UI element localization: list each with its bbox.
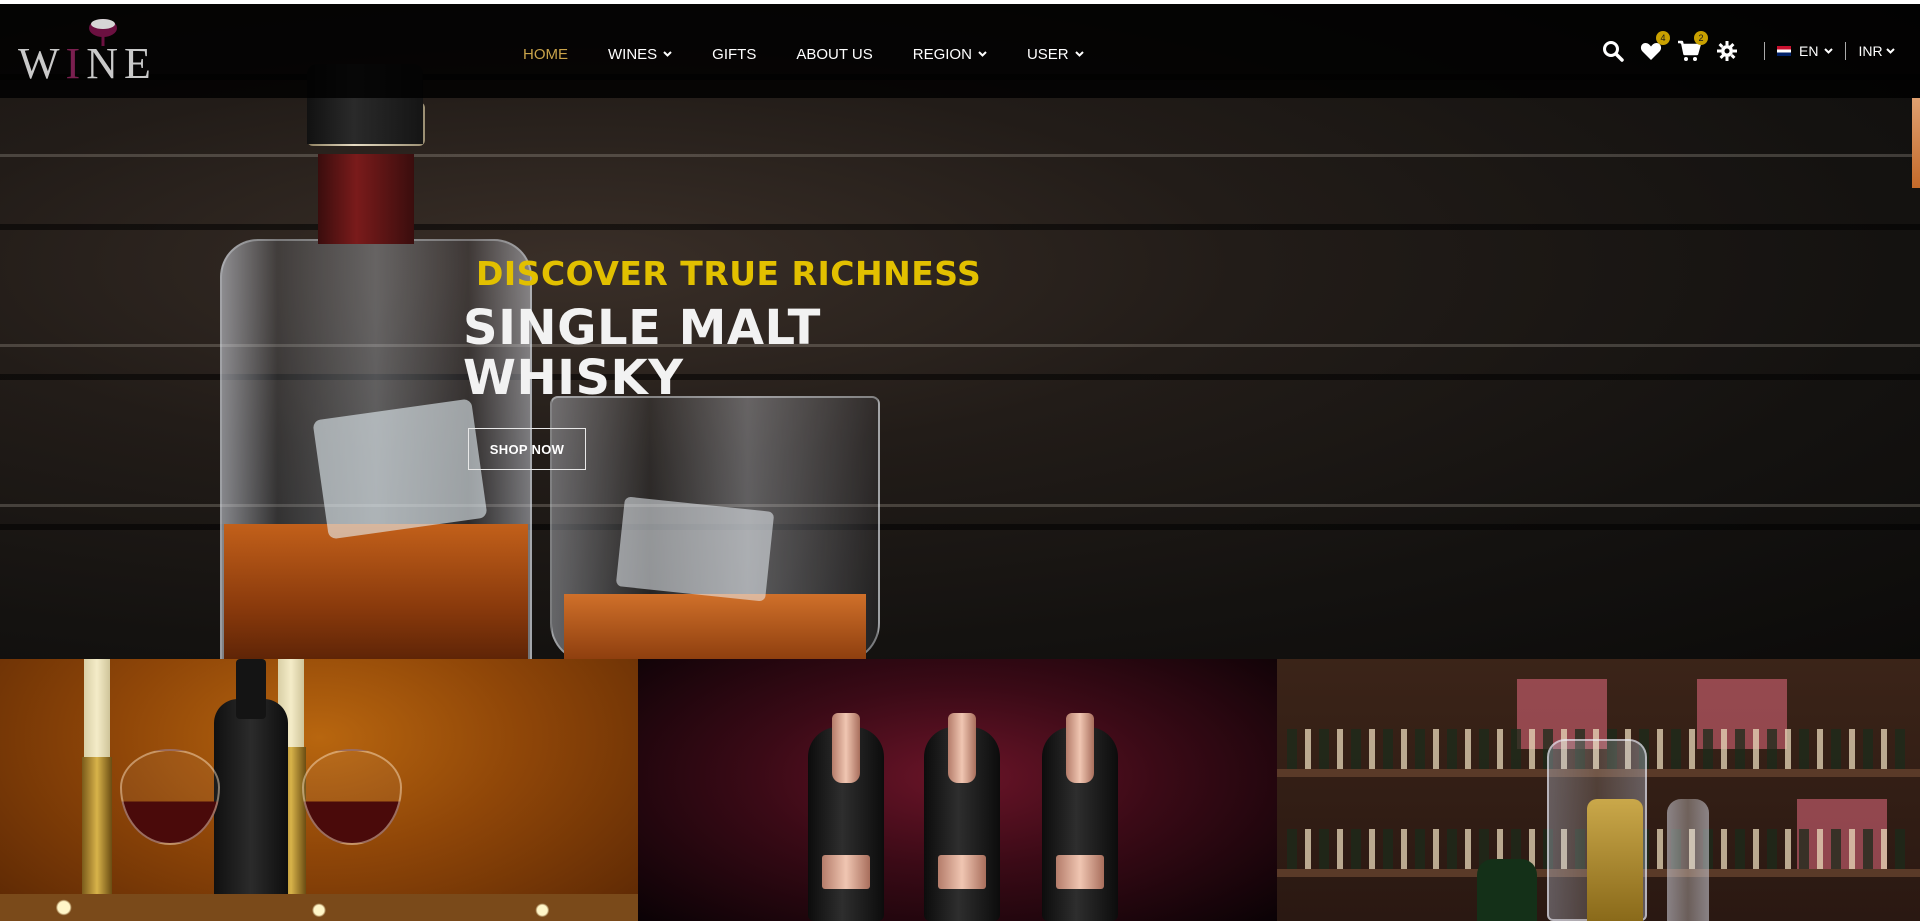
nav-item-about-us[interactable]: ABOUT US: [796, 46, 872, 63]
shop-now-button[interactable]: SHOP NOW: [468, 428, 586, 470]
wine-glass: [120, 749, 220, 845]
chevron-down-icon: [663, 49, 672, 60]
nav-label: USER: [1026, 46, 1069, 63]
whisky-liquid: [224, 524, 528, 659]
chevron-down-icon: [1824, 46, 1834, 57]
bottle-label: [318, 154, 414, 244]
divider: [1764, 42, 1765, 60]
currency-label: INR: [1858, 43, 1883, 59]
chevron-down-icon: [1074, 49, 1084, 60]
wishlist-button[interactable]: 4: [1638, 31, 1670, 63]
nav-label: HOME: [523, 46, 568, 63]
language-selector[interactable]: EN: [1777, 43, 1834, 59]
gear-icon[interactable]: [1714, 39, 1740, 63]
search-icon[interactable]: [1600, 39, 1626, 63]
liquor-bottle: [1587, 799, 1643, 921]
site-header: WINE HOME WINES GIFTS ABOUT US REGION US…: [0, 4, 1920, 98]
hero-slider: DISCOVER TRUE RICHNESS SINGLE MALT WHISK…: [0, 4, 1920, 659]
category-tile-spirits[interactable]: [1277, 659, 1920, 921]
nav-label: ABOUT US: [796, 46, 873, 63]
nav-item-home[interactable]: HOME: [523, 46, 568, 63]
currency-selector[interactable]: INR: [1858, 43, 1895, 59]
header-tools: 4 2 EN INR: [1600, 31, 1895, 64]
hero-title-line: SINGLE MALT: [463, 300, 821, 356]
logo-letter: I: [65, 39, 87, 88]
cart-count-badge: 2: [1694, 31, 1708, 45]
nav-item-wines[interactable]: WINES: [608, 46, 672, 63]
wishlist-count-badge: 4: [1656, 31, 1670, 45]
logo-wordmark: WINE: [18, 38, 157, 89]
wine-bottle: [924, 713, 1000, 921]
wine-bottle: [214, 659, 288, 921]
nav-item-gifts[interactable]: GIFTS: [712, 46, 756, 63]
hero-title: SINGLE MALT WHISKY: [463, 303, 963, 403]
nav-label: WINES: [608, 46, 658, 63]
logo-letter: NE: [86, 39, 157, 88]
scroll-indicator[interactable]: [1912, 98, 1920, 188]
chevron-down-icon: [1885, 46, 1895, 57]
wine-bottle: [808, 713, 884, 921]
ice-cube: [312, 398, 488, 540]
chevron-down-icon: [978, 49, 987, 60]
hero-title-line: WHISKY: [463, 350, 684, 406]
flag-icon: [1777, 46, 1791, 56]
ice-cube: [615, 496, 775, 602]
wine-glass: [302, 749, 402, 845]
hero-kicker: DISCOVER TRUE RICHNESS: [476, 254, 982, 293]
nav-item-user[interactable]: USER: [1027, 46, 1084, 63]
main-nav: HOME WINES GIFTS ABOUT US REGION USER: [523, 46, 1124, 63]
nav-label: REGION: [912, 46, 972, 63]
nav-label: GIFTS: [712, 46, 757, 63]
wine-bottle: [1042, 713, 1118, 921]
glass-liquid: [564, 594, 866, 659]
nav-item-region[interactable]: REGION: [913, 46, 987, 63]
category-tile-red-wine[interactable]: [0, 659, 638, 921]
liquor-bottle: [1477, 859, 1537, 921]
candle: [84, 659, 110, 757]
site-logo[interactable]: WINE: [18, 19, 210, 88]
divider: [1845, 42, 1847, 60]
cart-button[interactable]: 2: [1676, 31, 1708, 63]
wood-plank-highlight: [0, 154, 1920, 157]
tea-lights: [0, 894, 638, 921]
logo-letter: W: [18, 39, 66, 88]
category-tile-premium[interactable]: [638, 659, 1277, 921]
language-label: EN: [1799, 43, 1819, 59]
liquor-bottle: [1667, 799, 1709, 921]
